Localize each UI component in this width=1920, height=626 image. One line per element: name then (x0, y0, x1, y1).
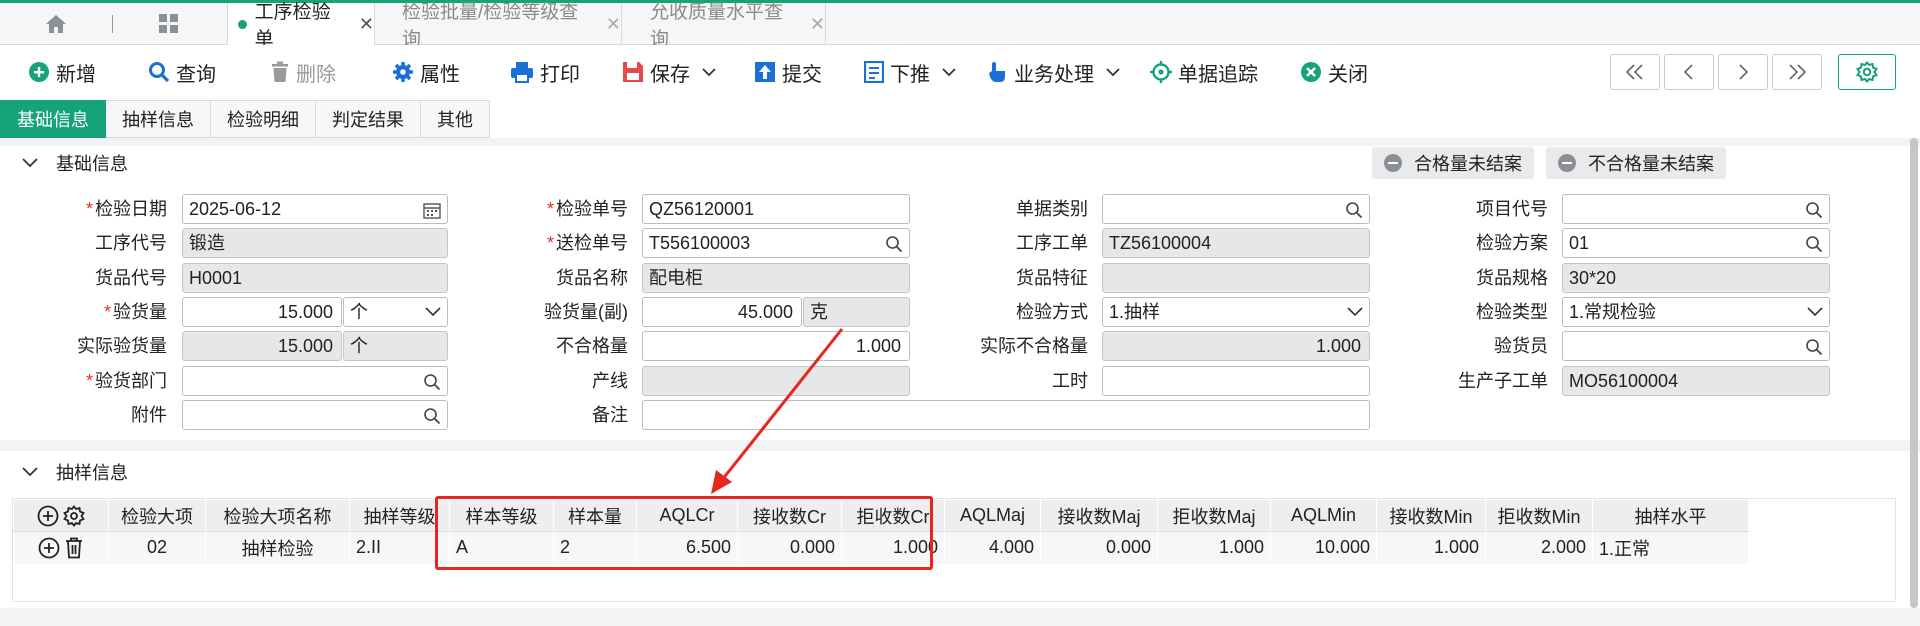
bottom-band (0, 608, 1920, 626)
annotation-arrow (711, 328, 844, 494)
vertical-scrollbar[interactable] (1910, 138, 1918, 608)
